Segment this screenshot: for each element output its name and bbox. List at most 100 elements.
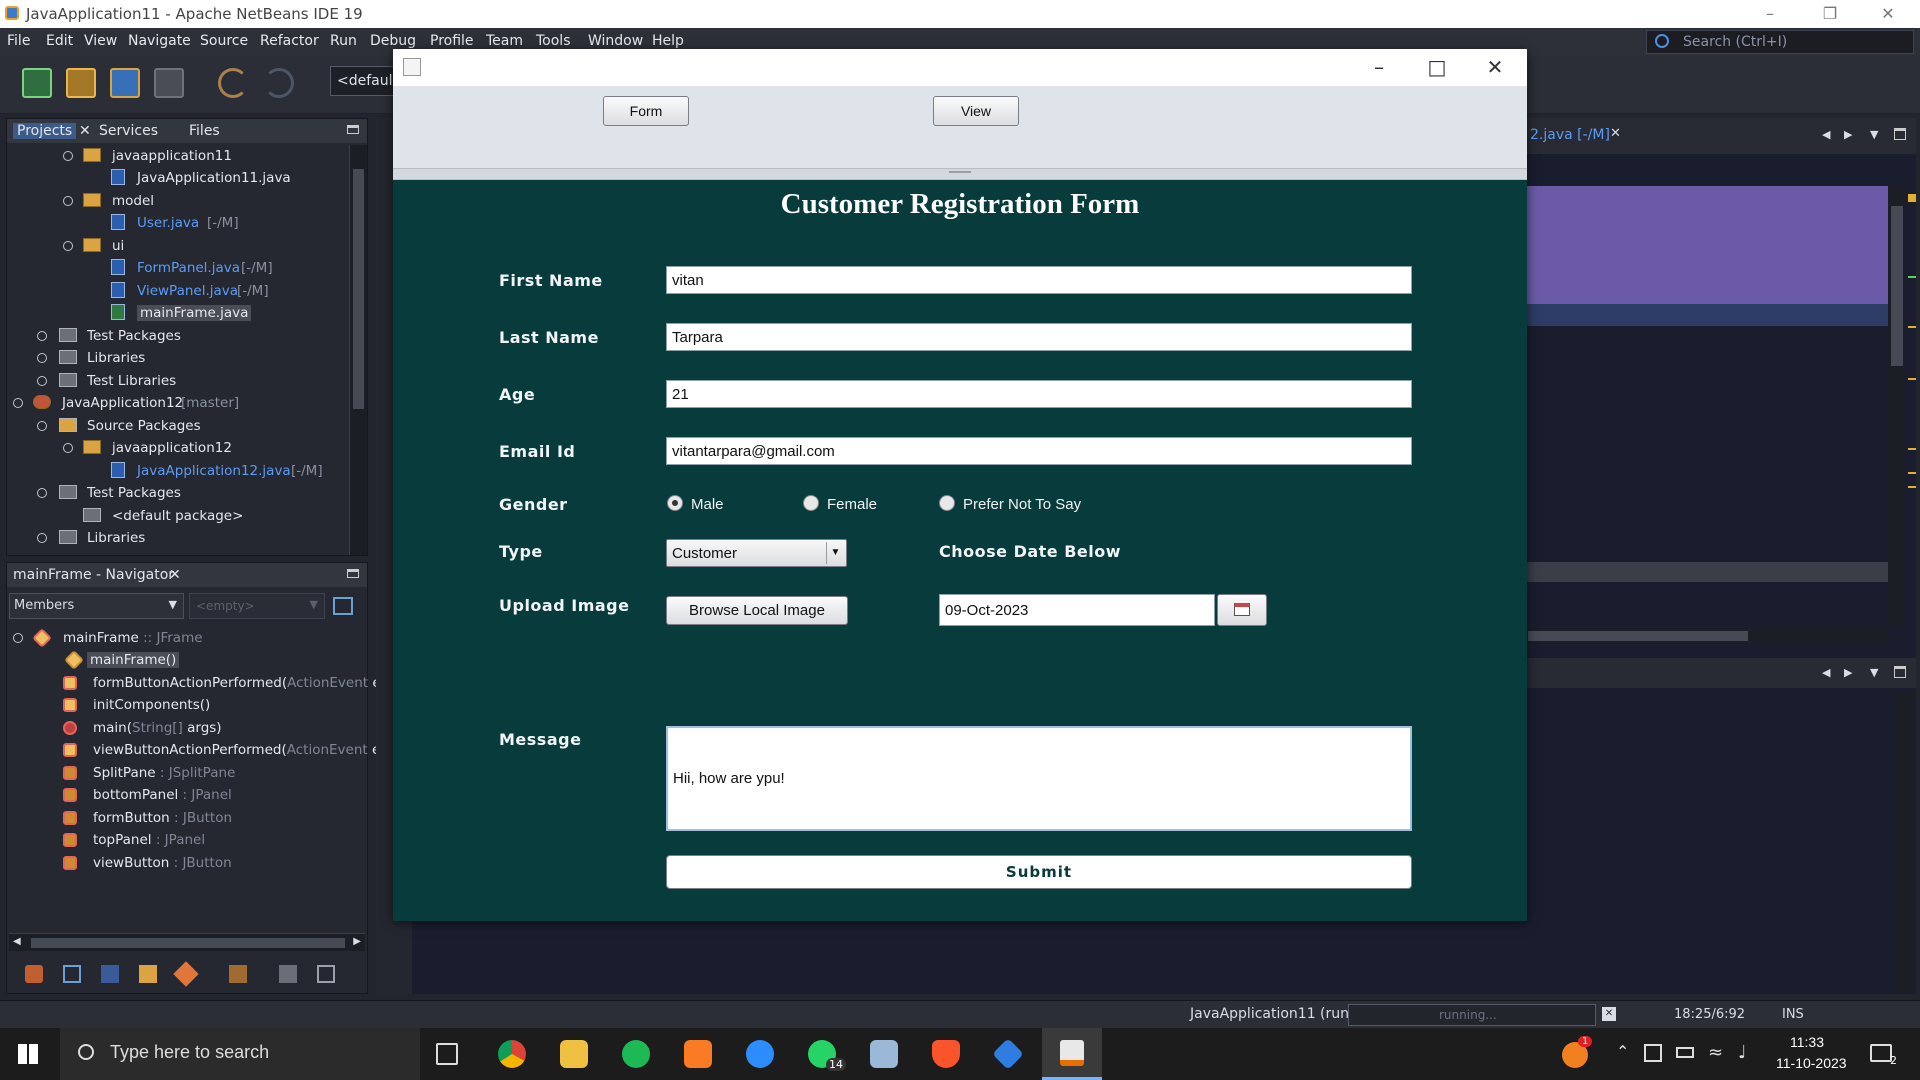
maximize-editor-icon[interactable] — [1894, 128, 1906, 140]
navigator-item[interactable]: mainFrame :: JFrame — [7, 627, 367, 649]
navigator-hscrollbar[interactable]: ◀ ▶ — [9, 933, 365, 951]
expand-toggle-icon[interactable] — [37, 331, 47, 341]
tab-services[interactable]: Services — [99, 123, 158, 139]
wifi-icon[interactable]: ≈ — [1708, 1042, 1723, 1063]
gender-female-radio[interactable] — [803, 495, 819, 511]
tree-item[interactable]: model — [7, 190, 347, 212]
expand-toggle-icon[interactable] — [63, 443, 73, 453]
tree-item[interactable]: Libraries — [7, 347, 347, 369]
file-explorer-icon[interactable] — [560, 1040, 588, 1068]
xampp-icon[interactable] — [684, 1040, 712, 1068]
scroll-tabs-left-icon[interactable]: ◀ — [1822, 666, 1830, 679]
gender-male-radio[interactable] — [667, 495, 683, 511]
sort-name-icon[interactable] — [229, 965, 247, 983]
virtualbox-icon[interactable] — [992, 1038, 1024, 1070]
secondary-filter-combo[interactable]: <empty> ▼ — [189, 593, 325, 619]
filter-inherited-icon[interactable] — [25, 965, 43, 983]
minimize-icon[interactable]: – — [1744, 2, 1796, 26]
menu-view[interactable]: View — [84, 33, 117, 49]
navigator-item[interactable]: viewButtonActionPerformed(ActionEvent ev… — [7, 739, 399, 761]
tab-projects[interactable]: Projects — [13, 123, 77, 139]
navigator-item[interactable]: main(String[] args) — [7, 717, 367, 739]
new-project-icon[interactable] — [66, 68, 96, 98]
tree-item[interactable]: javaapplication11 — [7, 145, 347, 167]
expand-toggle-icon[interactable] — [63, 151, 73, 161]
scrollbar-thumb[interactable] — [31, 938, 345, 948]
tree-item[interactable]: Test Libraries — [7, 370, 347, 392]
taskbar-search-box[interactable]: Type here to search — [60, 1028, 420, 1080]
navigator-item[interactable]: formButton : JButton — [7, 807, 367, 829]
menu-source[interactable]: Source — [200, 33, 248, 49]
scroll-tabs-left-icon[interactable]: ◀ — [1822, 128, 1830, 141]
close-tab-icon[interactable]: ✕ — [1610, 126, 1621, 141]
browse-image-button[interactable]: Browse Local Image — [666, 596, 848, 625]
new-file-icon[interactable] — [22, 68, 52, 98]
editor-hscrollbar[interactable] — [1526, 628, 1888, 644]
scroll-left-icon[interactable]: ◀ — [13, 936, 21, 947]
tree-item[interactable]: javaapplication12 — [7, 437, 347, 459]
scroll-tabs-right-icon[interactable]: ▶ — [1844, 666, 1852, 679]
menu-refactor[interactable]: Refactor — [260, 33, 319, 49]
redo-icon[interactable] — [264, 68, 294, 98]
spotify-icon[interactable] — [622, 1040, 650, 1068]
navigator-item[interactable]: SplitPane : JSplitPane — [7, 762, 367, 784]
filter-static-icon[interactable] — [101, 965, 119, 983]
tree-item[interactable]: Test Packages — [7, 482, 347, 504]
last-name-field[interactable]: Tarpara — [666, 323, 1412, 351]
java-app-taskbar-item[interactable] — [1042, 1028, 1102, 1080]
expand-toggle-icon[interactable] — [37, 488, 47, 498]
close-icon[interactable]: ✕ — [1467, 49, 1523, 86]
save-all-icon[interactable] — [154, 68, 184, 98]
menu-profile[interactable]: Profile — [430, 33, 474, 49]
windows-start-icon[interactable] — [18, 1044, 38, 1064]
tree-item[interactable]: Libraries — [7, 527, 347, 549]
editor-vscrollbar[interactable] — [1888, 186, 1906, 626]
configuration-combo[interactable]: <default — [330, 66, 394, 96]
navigator-item[interactable]: topPanel : JPanel — [7, 829, 367, 851]
menu-help[interactable]: Help — [652, 33, 684, 49]
network-monitor-icon[interactable] — [1644, 1044, 1662, 1062]
taskbar-time[interactable]: 11:33 — [1790, 1034, 1824, 1050]
task-view-icon[interactable] — [436, 1043, 458, 1065]
filter-nonpublic-icon[interactable] — [139, 965, 157, 983]
expand-toggle-icon[interactable] — [13, 398, 23, 408]
zoom-icon[interactable] — [746, 1040, 774, 1068]
view-button[interactable]: View — [933, 96, 1019, 126]
scrollbar-thumb[interactable] — [1528, 631, 1748, 641]
members-filter-combo[interactable]: Members ▼ — [9, 593, 184, 619]
sort-source-icon[interactable] — [279, 965, 297, 983]
tree-item[interactable]: User.java [-/M] — [7, 212, 347, 234]
message-textarea[interactable]: Hii, how are ypu! — [666, 726, 1412, 831]
chrome-icon[interactable] — [498, 1040, 526, 1068]
navigator-title[interactable]: mainFrame - Navigator — [13, 567, 174, 583]
minimize-panel-icon[interactable] — [347, 569, 359, 578]
close-tab-icon[interactable]: ✕ — [169, 567, 181, 583]
menu-navigate[interactable]: Navigate — [128, 33, 191, 49]
tree-item[interactable]: Source Packages — [7, 415, 347, 437]
tree-item[interactable]: Test Packages — [7, 325, 347, 347]
expand-toggle-icon[interactable] — [37, 421, 47, 431]
menu-debug[interactable]: Debug — [370, 33, 416, 49]
filter-fields-icon[interactable] — [63, 965, 81, 983]
scroll-tabs-right-icon[interactable]: ▶ — [1844, 128, 1852, 141]
menu-edit[interactable]: Edit — [46, 33, 73, 49]
form-button[interactable]: Form — [603, 96, 689, 126]
menu-file[interactable]: File — [7, 33, 30, 49]
expand-toggle-icon[interactable] — [63, 241, 73, 251]
filter-inner-icon[interactable] — [173, 961, 199, 987]
navigator-item[interactable]: formButtonActionPerformed(ActionEvent ev… — [7, 672, 399, 694]
editor-tab[interactable]: 2.java [-/M] — [1530, 127, 1610, 143]
restore-icon[interactable]: ❐ — [1804, 2, 1856, 26]
ide-search-field[interactable]: Search (Ctrl+I) — [1646, 30, 1914, 54]
battery-icon[interactable] — [1676, 1047, 1694, 1058]
navigator-item[interactable]: bottomPanel : JPanel — [7, 784, 367, 806]
email-field[interactable]: vitantarpara@gmail.com — [666, 437, 1412, 465]
minimize-panel-icon[interactable] — [347, 125, 359, 134]
chevron-up-icon[interactable]: ⌃ — [1616, 1042, 1629, 1061]
expand-toggle-icon[interactable] — [13, 633, 23, 643]
undo-icon[interactable] — [218, 68, 248, 98]
close-icon[interactable]: ✕ — [1862, 2, 1914, 26]
tree-item-selected[interactable]: mainFrame.java — [7, 302, 347, 324]
scrollbar-thumb[interactable] — [353, 169, 364, 409]
navigator-item[interactable]: viewButton : JButton — [7, 852, 367, 874]
